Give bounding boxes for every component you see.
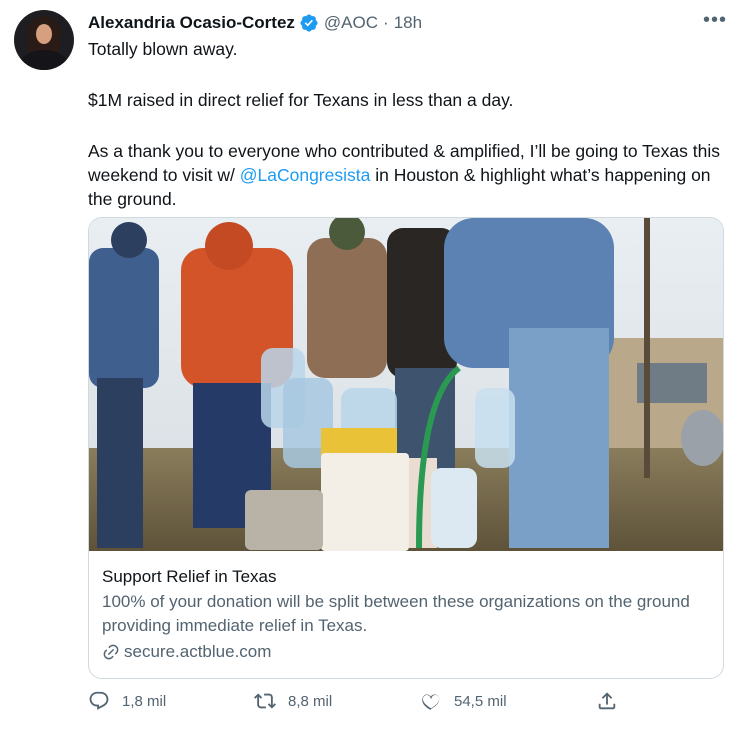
- tweet-line-2: $1M raised in direct relief for Texans i…: [88, 90, 514, 110]
- reply-count: 1,8 mil: [122, 692, 167, 710]
- like-count: 54,5 mil: [454, 692, 507, 710]
- author-name[interactable]: Alexandria Ocasio-Cortez: [88, 13, 295, 33]
- tweet-line-1: Totally blown away.: [88, 39, 238, 59]
- avatar-face: [36, 24, 52, 44]
- reply-icon: [89, 691, 109, 710]
- card-title: Support Relief in Texas: [102, 567, 277, 586]
- card-image: [89, 218, 723, 551]
- separator-dot: ·: [383, 13, 389, 32]
- card-description: 100% of your donation will be split betw…: [102, 592, 690, 635]
- more-options-icon[interactable]: •••: [703, 9, 727, 32]
- author-avatar[interactable]: [14, 10, 74, 70]
- retweet-icon: [254, 693, 276, 709]
- share-button[interactable]: [596, 690, 630, 712]
- share-icon: [598, 692, 616, 710]
- mention-link[interactable]: @LaCongresista: [240, 165, 371, 185]
- like-button[interactable]: 54,5 mil: [420, 690, 507, 712]
- retweet-count: 8,8 mil: [288, 692, 333, 710]
- verified-badge-icon: [299, 13, 319, 33]
- reply-button[interactable]: 1,8 mil: [88, 690, 166, 712]
- tweet-text: Totally blown away. $1M raised in direct…: [88, 37, 728, 211]
- card-domain-link[interactable]: secure.actblue.com: [102, 642, 711, 662]
- author-handle[interactable]: @AOC: [324, 13, 378, 33]
- tweet-actions: 1,8 mil 8,8 mil 54,5 mil: [88, 690, 628, 718]
- card-domain: secure.actblue.com: [124, 642, 272, 661]
- link-preview-card[interactable]: Support Relief in Texas 100% of your don…: [88, 217, 724, 679]
- link-icon: [103, 644, 119, 660]
- retweet-button[interactable]: 8,8 mil: [254, 690, 332, 712]
- card-body: Support Relief in Texas 100% of your don…: [102, 566, 711, 662]
- avatar-shoulders: [20, 50, 68, 70]
- tweet-line-3: As a thank you to everyone who contribut…: [88, 139, 728, 211]
- tweet-timestamp[interactable]: 18h: [394, 13, 422, 33]
- tweet-header: Alexandria Ocasio-Cortez @AOC · 18h •••: [88, 9, 729, 35]
- heart-icon: [422, 694, 440, 711]
